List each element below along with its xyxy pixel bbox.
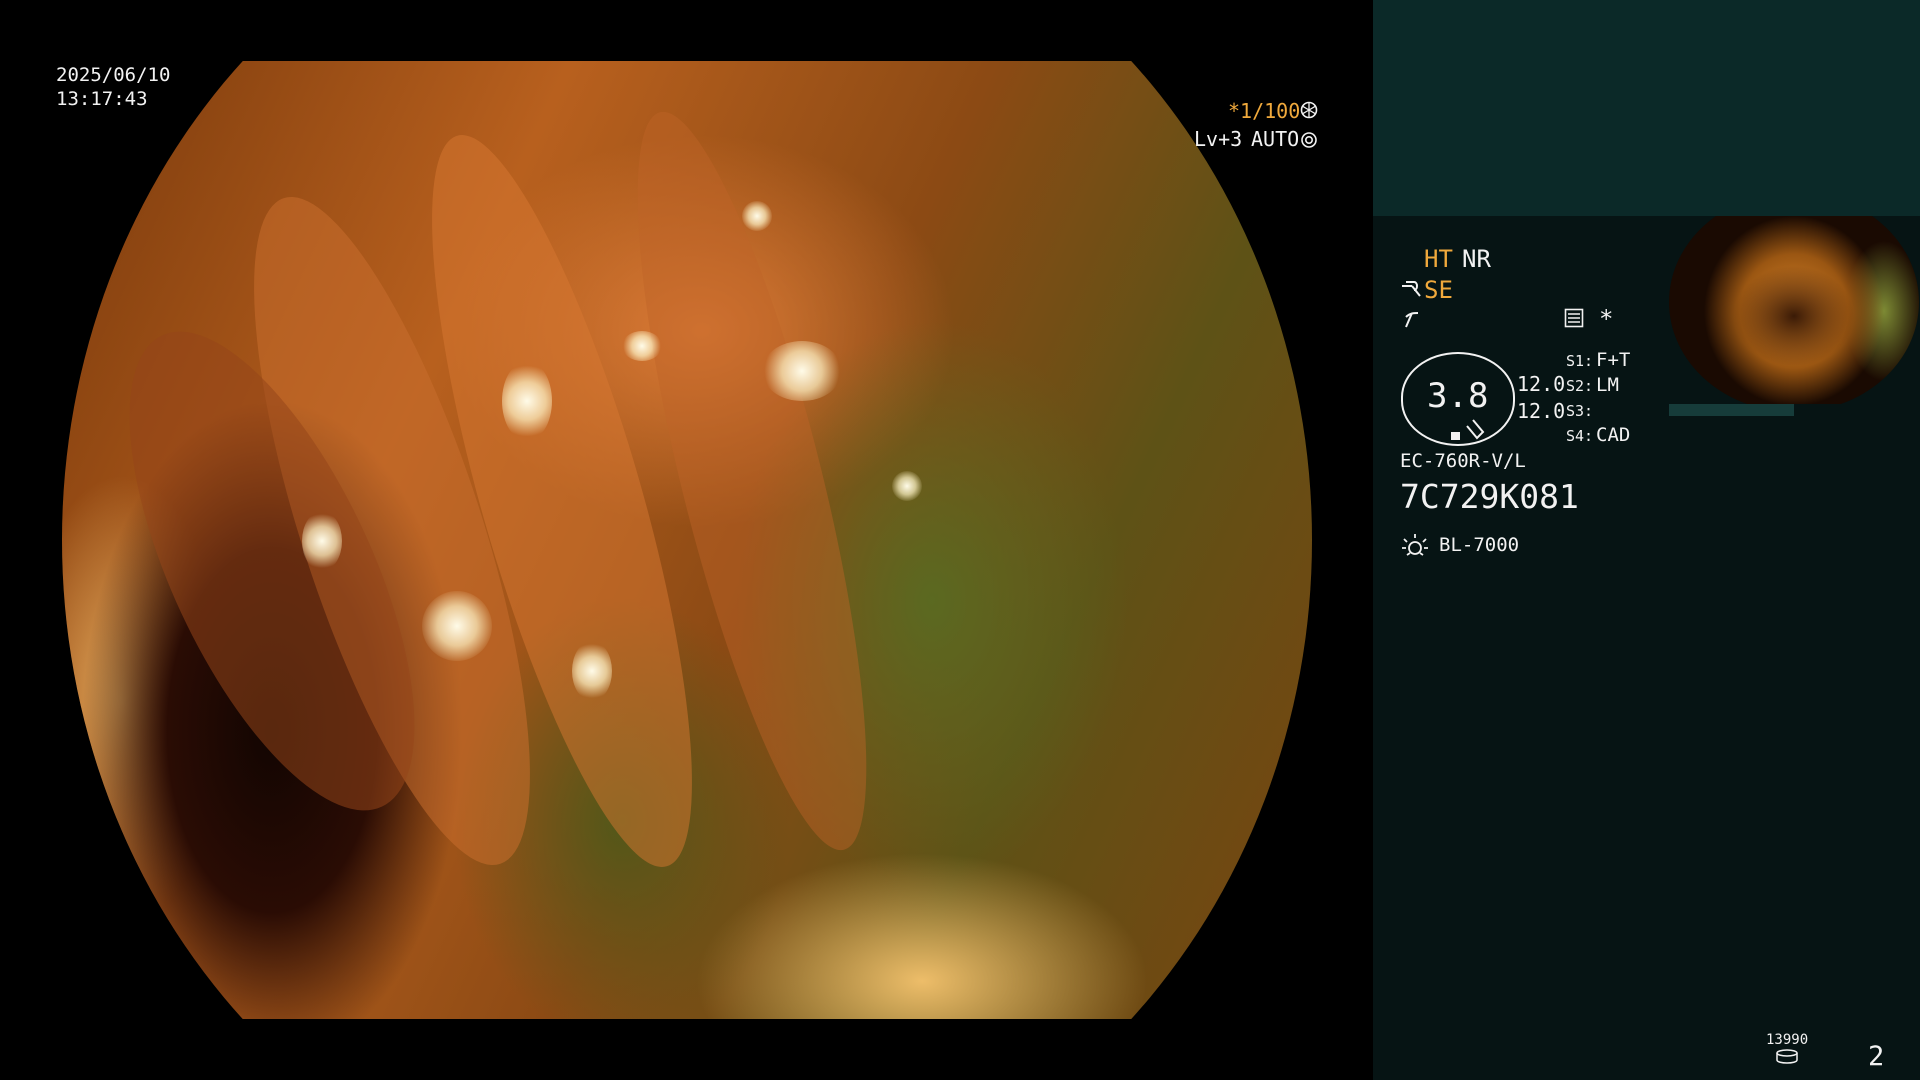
page-number: 2	[1868, 1041, 1885, 1072]
light-reflection	[302, 511, 342, 571]
light-reflection	[762, 341, 842, 401]
ht-label: HT	[1424, 245, 1453, 273]
dial-marker	[1451, 432, 1460, 440]
scope-serial: 7C729K081	[1400, 477, 1579, 516]
light-reflection	[622, 331, 662, 361]
memory-card-icon	[1564, 308, 1584, 328]
gear-icon	[1301, 132, 1317, 148]
nr-label: NR	[1462, 245, 1491, 273]
level-label: Lv+3	[1194, 127, 1243, 151]
s2-label: S2:	[1566, 377, 1594, 395]
scope-dim-2: 12.0	[1517, 399, 1566, 423]
aperture-icon	[1300, 101, 1318, 119]
date-label: 2025/06/10	[56, 64, 171, 86]
s2-value: LM	[1596, 374, 1619, 396]
lamp-icon	[1402, 534, 1428, 556]
dial-indicator-icon	[1466, 419, 1485, 440]
auto-label: AUTO	[1251, 127, 1300, 151]
endoscope-view	[62, 61, 1312, 1019]
endoscopy-monitor: 2025/06/10 13:17:43 *1/100 Lv+3 AUTO HT …	[0, 0, 1920, 1080]
light-reflection	[742, 201, 772, 231]
thumbnail-footer	[1669, 404, 1794, 416]
light-reflection	[892, 471, 922, 501]
scope-model: EC-760R-V/L	[1400, 450, 1526, 472]
s4-value: CAD	[1596, 424, 1631, 446]
hook-icon	[1405, 312, 1419, 328]
side-panel-top	[1373, 0, 1920, 216]
light-reflection	[572, 641, 612, 701]
scope-value: 3.8	[1427, 376, 1489, 416]
magnifier-icon	[1402, 281, 1421, 297]
asterisk-icon: *	[1599, 305, 1614, 333]
light-source: BL-7000	[1439, 534, 1520, 556]
scope-dim-1: 12.0	[1517, 372, 1566, 396]
disk-stack-icon	[1776, 1049, 1798, 1064]
light-reflection	[422, 591, 492, 661]
shutter-speed: *1/100	[1228, 99, 1301, 123]
s3-label: S3:	[1566, 402, 1594, 420]
light-reflection	[502, 361, 552, 441]
image-count: 13990	[1766, 1032, 1809, 1048]
thumbnail-view[interactable]	[1669, 216, 1919, 404]
time-label: 13:17:43	[56, 88, 148, 110]
s1-label: S1:	[1566, 352, 1594, 370]
s4-label: S4:	[1566, 427, 1594, 445]
s1-value: F+T	[1596, 349, 1631, 371]
se-label: SE	[1424, 276, 1453, 304]
